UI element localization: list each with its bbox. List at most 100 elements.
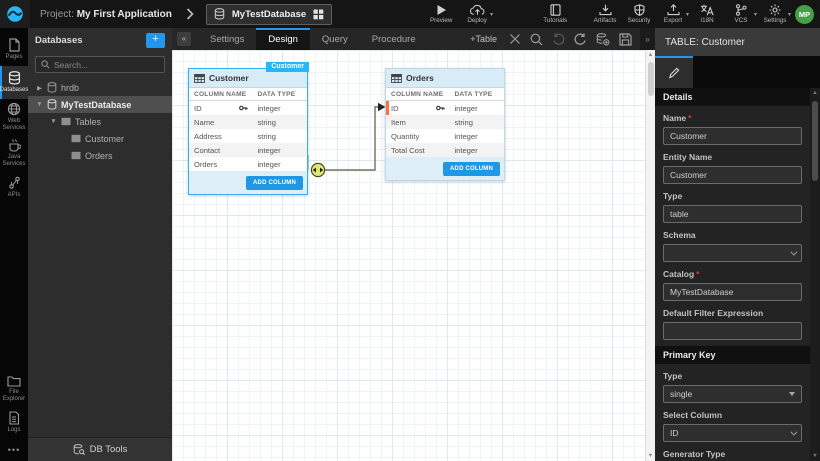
preview-button[interactable]: Preview	[424, 4, 458, 24]
column-type: integer	[454, 132, 504, 141]
pk-type-select[interactable]: single	[663, 385, 802, 403]
i18n-button[interactable]: I18N	[690, 4, 724, 24]
rail-item-logs[interactable]: Logs	[0, 406, 28, 439]
column-type: string	[454, 118, 504, 127]
export-caret-icon[interactable]: ▾	[686, 11, 689, 18]
tab-procedure[interactable]: Procedure	[360, 28, 428, 50]
table-row[interactable]: Address string	[189, 129, 307, 143]
security-button[interactable]: Security	[622, 4, 656, 24]
search-input[interactable]	[54, 60, 159, 70]
name-input[interactable]	[663, 127, 802, 145]
tab-design[interactable]: Design	[256, 28, 310, 50]
tab-edit-properties[interactable]	[655, 56, 693, 88]
inspector-tab-strip	[655, 56, 820, 88]
reimport-db-button[interactable]	[596, 33, 610, 46]
table-icon	[61, 117, 71, 126]
tree-item-orders[interactable]: Orders	[28, 147, 172, 164]
vcs-button[interactable]: VCS ▾	[724, 4, 758, 24]
default-filter-input[interactable]	[663, 322, 802, 340]
table-icon	[71, 151, 81, 160]
collapse-panel-button[interactable]: «	[177, 32, 191, 46]
rail-item-databases[interactable]: Databases	[0, 66, 28, 99]
collapse-arrow-icon[interactable]: ▼	[50, 118, 57, 125]
tab-settings[interactable]: Settings	[198, 28, 256, 50]
expand-inspector-button[interactable]: »	[640, 28, 655, 50]
dashboard-grid-icon[interactable]	[313, 9, 324, 20]
tree-item-hrdb[interactable]: ▶ hrdb	[28, 79, 172, 96]
table-row[interactable]: Quantity integer	[386, 129, 504, 143]
schema-select[interactable]	[663, 244, 802, 262]
column-name: Quantity	[391, 132, 419, 141]
table-row[interactable]: Contact integer	[189, 143, 307, 157]
search-tool-button[interactable]	[530, 33, 543, 46]
rail-item-java-services[interactable]: Java Services	[0, 135, 28, 171]
table-row[interactable]: Name string	[189, 115, 307, 129]
expand-arrow-icon[interactable]: ▶	[36, 84, 43, 92]
topbar-actions-left: Preview Deploy ▾ Tutorials	[424, 4, 572, 24]
table-card-customer[interactable]: Customer Customer COLUMN NAME DATA TYPE	[188, 68, 308, 195]
collapse-arrow-icon[interactable]: ▼	[36, 101, 43, 108]
column-type: integer	[257, 146, 307, 155]
scroll-down-icon[interactable]: ▼	[648, 453, 653, 459]
table-row[interactable]: Orders integer	[189, 157, 307, 171]
folder-icon	[7, 375, 21, 387]
scroll-up-icon[interactable]: ▲	[812, 90, 817, 96]
open-resource-tab-mytestdatabase[interactable]: MyTestDatabase	[206, 4, 332, 25]
tree-item-mytestdatabase[interactable]: ▼ MyTestDatabase	[28, 96, 172, 113]
pk-column-select[interactable]: ID	[663, 424, 802, 442]
canvas-vertical-scrollbar[interactable]: ▲ ▼	[645, 50, 655, 461]
db-tools-button[interactable]: DB Tools	[28, 437, 172, 461]
tree-item-tables[interactable]: ▼ Tables	[28, 113, 172, 130]
add-table-button[interactable]: +Table	[470, 34, 497, 44]
settings-button[interactable]: Settings ▾	[758, 4, 792, 24]
table-row-fk-target[interactable]: ID integer	[386, 101, 504, 115]
add-column-button[interactable]: ADD COLUMN	[246, 176, 303, 190]
tree-item-customer[interactable]: Customer	[28, 130, 172, 147]
user-avatar[interactable]: MP	[795, 5, 814, 24]
artifacts-button[interactable]: Artifacts	[588, 4, 622, 24]
selected-table-badge: Customer	[266, 62, 309, 72]
tutorials-button[interactable]: Tutorials	[538, 4, 572, 24]
rail-item-apis[interactable]: APIs	[0, 171, 28, 204]
search-icon	[41, 60, 50, 69]
scrollbar-thumb[interactable]	[648, 62, 654, 96]
deploy-button[interactable]: Deploy ▾	[460, 4, 494, 24]
tree-search[interactable]	[35, 56, 165, 73]
rail-item-file-explorer[interactable]: File Explorer	[0, 372, 28, 406]
add-column-button[interactable]: ADD COLUMN	[443, 162, 500, 176]
undo-button[interactable]	[552, 33, 565, 45]
project-label: Project:	[40, 9, 74, 20]
settings-caret-icon[interactable]: ▾	[788, 11, 791, 18]
scroll-down-icon[interactable]: ▼	[812, 453, 817, 459]
pages-icon	[8, 38, 21, 52]
type-input[interactable]	[663, 205, 802, 223]
redo-button[interactable]	[574, 33, 587, 45]
col-header-name: COLUMN NAME	[189, 91, 257, 98]
scrollbar-thumb[interactable]	[812, 101, 818, 181]
tab-query[interactable]: Query	[310, 28, 360, 50]
app-logo[interactable]	[0, 0, 30, 28]
download-tray-icon	[599, 4, 612, 16]
designer-tab-bar: « Settings Design Query Procedure +Table	[172, 28, 655, 50]
table-card-orders[interactable]: Orders COLUMN NAME DATA TYPE ID	[385, 68, 505, 181]
scroll-up-icon[interactable]: ▲	[648, 52, 653, 58]
vcs-caret-icon[interactable]: ▾	[754, 11, 757, 18]
table-card-header[interactable]: Orders	[386, 69, 504, 88]
settings-label: Settings	[764, 17, 787, 24]
add-database-button[interactable]: +	[146, 33, 165, 48]
table-row[interactable]: Item string	[386, 115, 504, 129]
entity-name-input[interactable]	[663, 166, 802, 184]
table-row[interactable]: ID integer	[189, 101, 307, 115]
deploy-caret-icon[interactable]: ▾	[490, 11, 493, 18]
table-row[interactable]: Total Cost integer	[386, 143, 504, 157]
design-canvas[interactable]: Customer Customer COLUMN NAME DATA TYPE	[172, 50, 655, 461]
rail-more-button[interactable]: •••	[0, 439, 28, 461]
delete-button[interactable]	[509, 33, 521, 45]
rail-item-pages[interactable]: Pages	[0, 33, 28, 66]
field-label: Generator Type	[663, 449, 802, 459]
inspector-vertical-scrollbar[interactable]: ▲ ▼	[810, 88, 820, 461]
catalog-input[interactable]	[663, 283, 802, 301]
save-button[interactable]	[619, 33, 632, 46]
rail-item-web-services[interactable]: Web Services	[0, 99, 28, 135]
export-button[interactable]: Export ▾	[656, 4, 690, 24]
